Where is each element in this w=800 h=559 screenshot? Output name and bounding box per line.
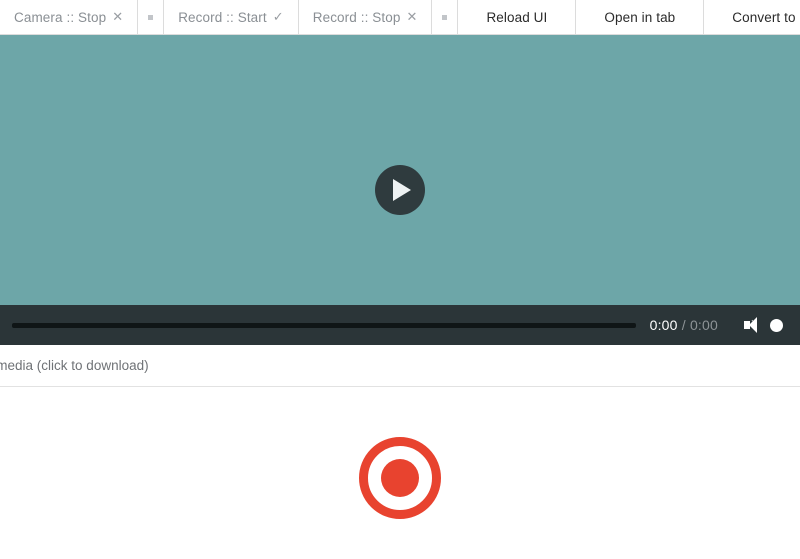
toolbar-button-open-in-tab[interactable]: Open in tab	[576, 0, 705, 34]
toolbar-button-label: Record :: Start	[178, 9, 267, 25]
speaker-muted-icon	[744, 317, 757, 333]
square-dot-icon	[442, 14, 448, 20]
time-display: 0:00 / 0:00	[650, 317, 718, 333]
toolbar-button-label: Record :: Stop	[312, 9, 401, 25]
toolbar-button-reload-ui[interactable]: Reload UI	[458, 0, 577, 34]
volume-slider[interactable]	[770, 318, 788, 332]
toolbar-button-label: Convert to MP3	[732, 9, 800, 25]
toolbar-separator-dot-1[interactable]	[138, 0, 165, 34]
square-dot-icon	[148, 14, 154, 20]
download-caption-row: Recorded media (click to download)	[0, 345, 800, 387]
check-icon: ✓	[272, 9, 284, 24]
record-dot-icon	[381, 459, 419, 497]
toolbar-button-label: Reload UI	[486, 9, 548, 25]
record-section	[0, 387, 800, 559]
toolbar-button-label: Open in tab	[604, 9, 676, 25]
play-triangle-icon	[393, 179, 411, 201]
record-button[interactable]	[359, 437, 441, 519]
download-link[interactable]: Recorded media (click to download)	[0, 358, 149, 373]
mute-button[interactable]: ×	[736, 314, 758, 336]
close-icon: ✕	[406, 9, 418, 24]
player-controls: 0:00 / 0:00 ×	[0, 305, 800, 345]
top-toolbar: Camera :: Stop ✕ Record :: Start ✓ Recor…	[0, 0, 800, 35]
current-time: 0:00	[649, 317, 678, 333]
close-icon: ✕	[112, 9, 124, 24]
toolbar-button-record-stop[interactable]: Record :: Stop ✕	[298, 0, 433, 34]
toolbar-button-camera-stop[interactable]: Camera :: Stop ✕	[0, 0, 139, 34]
time-separator: /	[681, 317, 686, 333]
volume-slider-handle[interactable]	[770, 318, 783, 332]
toolbar-button-convert-to-mp3[interactable]: Convert to MP3	[704, 0, 800, 34]
video-player[interactable]: 0:00 / 0:00 ×	[0, 35, 800, 345]
toolbar-button-record-start[interactable]: Record :: Start ✓	[164, 0, 299, 34]
toolbar-button-label: Camera :: Stop	[14, 9, 107, 25]
toolbar-separator-dot-2[interactable]	[432, 0, 459, 34]
play-button[interactable]	[375, 165, 425, 215]
mute-cross-icon: ×	[751, 317, 757, 327]
progress-bar[interactable]	[12, 322, 636, 328]
total-duration: 0:00	[689, 317, 718, 333]
